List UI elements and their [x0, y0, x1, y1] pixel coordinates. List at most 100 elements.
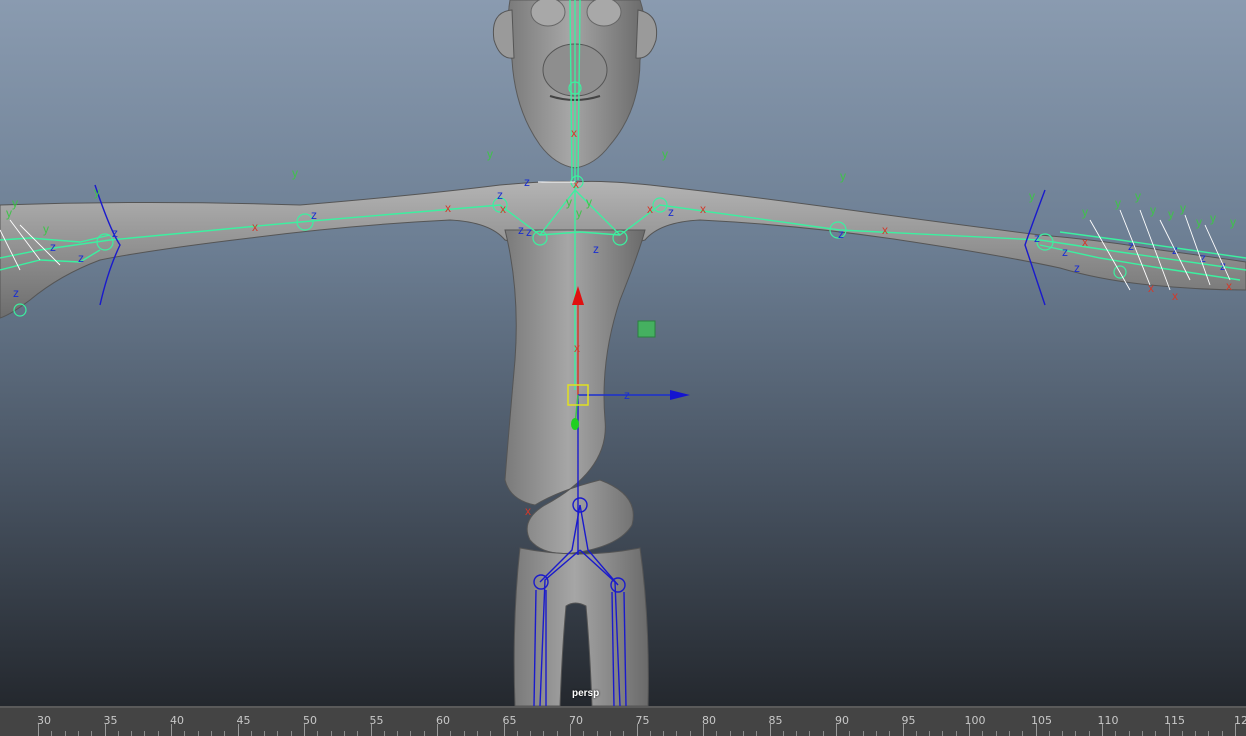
timeline-frame-label: 35: [103, 714, 118, 727]
timeline-minor-tick: [889, 731, 891, 736]
timeline-minor-tick: [742, 731, 744, 736]
timeline-frame-label: 90: [835, 714, 849, 727]
svg-text:z: z: [78, 251, 84, 265]
timeline-minor-tick: [357, 731, 359, 736]
timeline-minor-tick: [1221, 731, 1223, 736]
timeline-minor-tick: [476, 731, 478, 736]
timeline-minor-tick: [716, 731, 718, 736]
svg-text:z: z: [1200, 251, 1206, 265]
timeline-minor-tick: [649, 731, 651, 736]
timeline-minor-tick: [915, 731, 917, 736]
svg-text:z: z: [497, 188, 503, 202]
svg-text:y: y: [1180, 201, 1186, 215]
timeline-minor-tick: [729, 731, 731, 736]
svg-text:z: z: [1034, 231, 1040, 245]
timeline-minor-tick: [955, 731, 957, 736]
timeline-minor-tick: [530, 731, 532, 736]
timeline-frame-label: 40: [170, 714, 184, 727]
timeline-minor-tick: [782, 731, 784, 736]
z-axis-label: z: [624, 388, 630, 402]
left-ear: [492, 9, 515, 59]
character-mesh[interactable]: [0, 0, 1246, 706]
timeline-minor-tick: [290, 731, 292, 736]
z-axis-handle[interactable]: [670, 390, 690, 400]
svg-text:z: z: [1220, 259, 1226, 273]
svg-text:y: y: [43, 222, 49, 236]
timeline-minor-tick: [1048, 731, 1050, 736]
timeline-minor-tick: [277, 731, 279, 736]
svg-text:y: y: [94, 185, 100, 199]
svg-text:x: x: [882, 223, 888, 237]
svg-text:y: y: [840, 169, 846, 183]
timeline-minor-tick: [556, 731, 558, 736]
timeline-minor-tick: [1141, 731, 1143, 736]
timeline-frame-label: 60: [436, 714, 450, 727]
timeline-minor-tick: [91, 731, 93, 736]
svg-text:y: y: [1230, 215, 1236, 229]
time-slider[interactable]: 30 35 40 45 50 55 60 65 70 75 80 85 90 95 100 105 110 115…: [0, 706, 1246, 736]
timeline-minor-tick: [144, 731, 146, 736]
x-axis-label: x: [574, 341, 580, 355]
svg-text:y: y: [566, 195, 572, 209]
timeline-minor-tick: [756, 731, 758, 736]
svg-text:z: z: [13, 286, 19, 300]
timeline-minor-tick: [157, 731, 159, 736]
svg-text:z: z: [1062, 245, 1068, 259]
timeline-minor-tick: [224, 731, 226, 736]
y-axis-handle[interactable]: [571, 418, 579, 430]
timeline-frame-label: 80: [702, 714, 716, 727]
timeline-frame-label: 12: [1234, 714, 1246, 727]
timeline-minor-tick: [1208, 731, 1210, 736]
svg-text:y: y: [1168, 207, 1174, 221]
timeline-minor-tick: [543, 731, 545, 736]
timeline-minor-tick: [250, 731, 252, 736]
timeline-minor-tick: [1181, 731, 1183, 736]
svg-text:x: x: [500, 202, 506, 216]
timeline-minor-tick: [689, 731, 691, 736]
timeline-minor-tick: [51, 731, 53, 736]
timeline-frame-label: 45: [236, 714, 251, 727]
svg-text:x: x: [445, 201, 451, 215]
svg-text:z: z: [524, 175, 530, 189]
svg-text:y: y: [1029, 189, 1035, 203]
svg-text:z: z: [668, 205, 674, 219]
timeline-minor-tick: [676, 731, 678, 736]
timeline-frame-label: 65: [502, 714, 517, 727]
svg-text:y: y: [1150, 203, 1156, 217]
timeline-minor-tick: [197, 731, 199, 736]
svg-text:y: y: [6, 206, 12, 220]
timeline-minor-tick: [410, 731, 412, 736]
right-ear: [635, 9, 658, 59]
timeline-minor-tick: [184, 731, 186, 736]
timeline-minor-tick: [929, 731, 931, 736]
svg-text:y: y: [576, 206, 582, 220]
timeline-minor-tick: [131, 731, 133, 736]
svg-text:x: x: [1226, 279, 1232, 293]
svg-text:z: z: [1128, 239, 1134, 253]
timeline-frame-label: 110: [1097, 714, 1119, 727]
timeline-minor-tick: [330, 731, 332, 736]
timeline-minor-tick: [875, 731, 877, 736]
timeline-minor-tick: [849, 731, 851, 736]
svg-text:x: x: [573, 177, 579, 191]
svg-text:y: y: [292, 166, 298, 180]
timeline-minor-tick: [822, 731, 824, 736]
svg-text:y: y: [12, 196, 18, 210]
timeline-minor-tick: [995, 731, 997, 736]
right-eye: [586, 0, 622, 27]
timeline-minor-tick: [862, 731, 864, 736]
svg-text:y: y: [1082, 205, 1088, 219]
timeline-minor-tick: [264, 731, 266, 736]
timeline-frame-label: 115: [1164, 714, 1185, 727]
scene-canvas[interactable]: x x z y x z x y z x y z y y y z z z z z …: [0, 0, 1246, 706]
timeline-minor-tick: [1075, 731, 1077, 736]
svg-text:z: z: [50, 240, 56, 254]
svg-text:z: z: [1074, 261, 1080, 275]
persp-viewport[interactable]: x x z y x z x y z x y z y y y z z z z z …: [0, 0, 1246, 706]
timeline-minor-tick: [623, 731, 625, 736]
svg-text:x: x: [647, 202, 653, 216]
plane-handle[interactable]: [637, 320, 656, 338]
timeline-minor-tick: [942, 731, 944, 736]
timeline-frame-label: 70: [569, 714, 583, 727]
camera-label: persp: [572, 688, 600, 699]
